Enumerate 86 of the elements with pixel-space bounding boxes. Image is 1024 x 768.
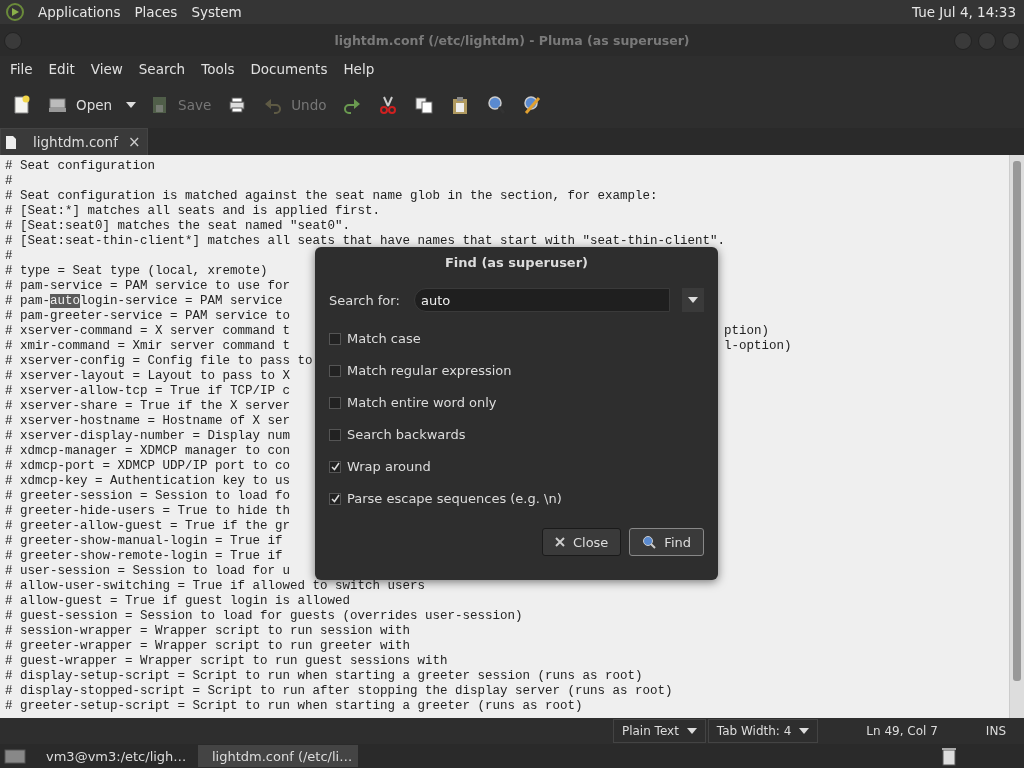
insert-mode: INS xyxy=(984,724,1006,738)
code-line: # xdmcp-key = Authentication key to us xyxy=(5,474,291,489)
code-line: # allow-user-switching = True if allowed to switch users xyxy=(5,579,426,594)
toolbar-button[interactable]: Open xyxy=(46,93,115,117)
document-icon xyxy=(5,134,17,150)
dialog-title: Find (as superuser) xyxy=(444,254,589,270)
code-line: # guest-wrapper = Wrapper script to run guest sessions with xyxy=(5,654,448,669)
window-title: lightdm.conf (/etc/lightdm) - Pluma (as superuser) xyxy=(334,32,690,48)
code-line: # xserver-config = Config file to pass to xyxy=(5,354,313,369)
option-label: Wrap around xyxy=(347,459,431,474)
checkbox[interactable] xyxy=(329,396,341,409)
code-line: # guest-session = Session to load for guests (overrides user-session) xyxy=(5,609,523,624)
caret-icon xyxy=(686,728,697,734)
option-label: Parse escape sequences (e.g. \n) xyxy=(347,491,562,506)
checkbox[interactable] xyxy=(329,364,341,377)
code-line: # [Seat:seat0] matches the seat named "seat0". xyxy=(5,219,351,234)
code-line: # xdmcp-manager = XDMCP manager to con xyxy=(5,444,291,459)
code-line: # xdmcp-port = XDMCP UDP/IP port to co xyxy=(5,459,291,474)
code-line: # pam-service = PAM service to use for xyxy=(5,279,291,294)
option-label: Search backwards xyxy=(347,427,466,442)
language-dropdown[interactable]: Plain Text xyxy=(612,719,706,743)
menu-item[interactable]: Documents xyxy=(242,61,336,77)
code-line: # type = Seat type (local, xremote) xyxy=(5,264,268,279)
code-line: # xmir-command = Xmir server command t xyxy=(5,339,291,354)
taskbar-button[interactable]: lightdm.conf (/etc/li… xyxy=(198,745,358,767)
document-tab[interactable]: lightdm.conf × xyxy=(0,128,148,155)
code-line: # session-wrapper = Wrapper script to run session with xyxy=(5,624,411,639)
code-line: # display-stopped-script = Script to run after stopping the display server (runs as root) xyxy=(5,684,673,699)
checkbox[interactable] xyxy=(329,428,341,441)
cursor-position: Ln 49, Col 7 xyxy=(865,724,938,738)
code-line: # greeter-wrapper = Wrapper script to run greeter with xyxy=(5,639,411,654)
clock[interactable]: Tue Jul 4, 14:33 xyxy=(912,4,1016,20)
panel-menu[interactable]: System xyxy=(191,4,242,20)
code-line: # greeter-allow-guest = True if the gr xyxy=(5,519,291,534)
scrollbar[interactable] xyxy=(1009,155,1024,718)
code-line: # [Seat:*] matches all seats and is applied first. xyxy=(5,204,381,219)
menu-item[interactable]: Search xyxy=(130,61,194,77)
menu-item[interactable]: Tools xyxy=(193,61,243,77)
tab-width-dropdown[interactable]: Tab Width: 4 xyxy=(707,719,819,743)
search-field[interactable]: auto xyxy=(414,288,670,312)
code-line: # xserver-display-number = Display num xyxy=(5,429,291,444)
code-line: # greeter-show-remote-login = True if xyxy=(5,549,283,564)
code-line: # pam-greeter-service = PAM service to xyxy=(5,309,291,324)
search-label: Search for: xyxy=(329,292,401,308)
close-icon xyxy=(554,537,565,547)
code-line: # greeter-setup-script = Script to run when starting a greeter (runs as root) xyxy=(5,699,583,714)
option-label: Match case xyxy=(347,331,421,346)
close-icon[interactable]: × xyxy=(127,133,141,151)
menu-item[interactable]: View xyxy=(82,61,131,77)
dropdown-caret-icon xyxy=(126,102,137,108)
code-line: # xserver-allow-tcp = True if TCP/IP c xyxy=(5,384,291,399)
search-icon xyxy=(642,535,657,549)
show-desktop-icon[interactable] xyxy=(4,747,26,765)
code-line: # allow-guest = True if guest login is allowed xyxy=(5,594,351,609)
option-label: Match regular expression xyxy=(347,363,512,378)
caret-icon xyxy=(799,728,810,734)
menu-item[interactable]: File xyxy=(2,61,41,77)
menu-item[interactable]: Edit xyxy=(40,61,83,77)
code-line: l-option) xyxy=(724,339,792,354)
checkbox[interactable] xyxy=(329,492,341,505)
code-line: # Seat configuration is matched against the seat name glob in the section, for example: xyxy=(5,189,658,204)
code-line: # greeter-show-manual-login = True if xyxy=(5,534,283,549)
code-line: # xserver-hostname = Hostname of X ser xyxy=(5,414,291,429)
code-line: # display-setup-script = Script to run when starting a greeter session (runs as root) xyxy=(5,669,643,684)
panel-menu[interactable]: Applications xyxy=(38,4,121,20)
logo-icon[interactable] xyxy=(6,3,24,21)
code-line: # greeter-hide-users = True to hide th xyxy=(5,504,291,519)
code-line: # xyxy=(5,174,13,189)
option-label: Match entire word only xyxy=(347,395,497,410)
menu-item[interactable]: Help xyxy=(335,61,383,77)
code-line: # xserver-layout = Layout to pass to X xyxy=(5,369,291,384)
code-line: # Seat configuration xyxy=(5,159,156,174)
caret-icon xyxy=(687,297,698,303)
dropdown-button[interactable] xyxy=(681,288,704,312)
dialog-button[interactable]: Find xyxy=(629,528,704,556)
checkbox[interactable] xyxy=(329,460,341,473)
code-line: # [Seat:seat-thin-client*] matches all seats that have names that start with "seat-thin-client". xyxy=(5,234,726,249)
code-line: # user-session = Session to load for u xyxy=(5,564,291,579)
code-line: ption) xyxy=(724,324,769,339)
code-line: # xserver-command = X server command t xyxy=(5,324,291,339)
panel-menu[interactable]: Places xyxy=(134,4,178,20)
code-line: # xyxy=(5,249,13,264)
checkbox[interactable] xyxy=(329,332,341,345)
code-line: # xserver-share = True if the X server xyxy=(5,399,291,414)
dialog-button[interactable]: Close xyxy=(541,528,622,556)
code-line: # greeter-session = Session to load fo xyxy=(5,489,291,504)
